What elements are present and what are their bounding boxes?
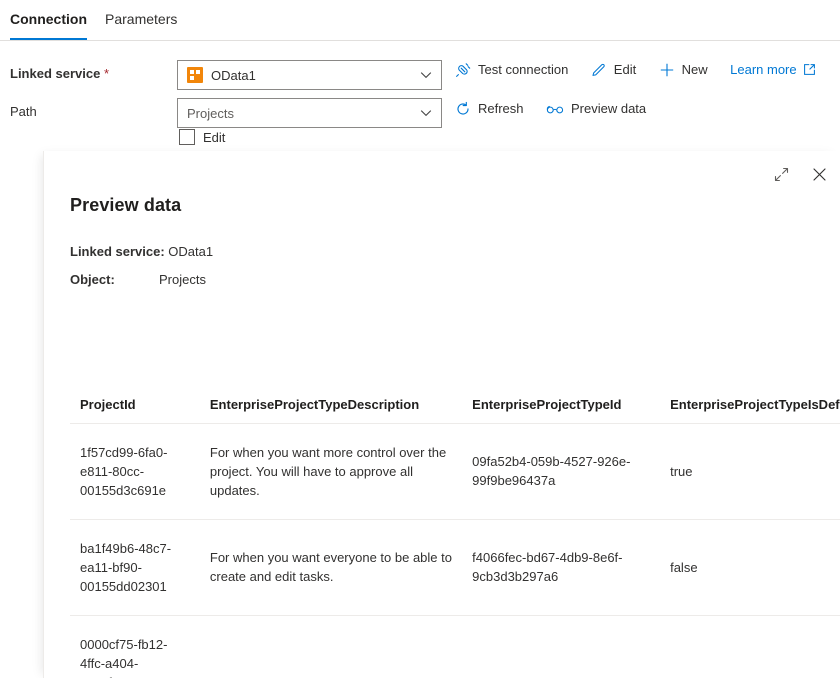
panel-linked-service-label: Linked service: — [70, 244, 165, 259]
edit-checkbox-row[interactable]: Edit — [179, 129, 225, 145]
pencil-icon — [591, 62, 607, 78]
cell-description: For when you want more control over the … — [200, 423, 462, 519]
adf-dataset-connection-pane: Connection Parameters Linked service * O… — [0, 0, 840, 678]
cell-projectid: 1f57cd99-6fa0-e811-80cc-00155d3c691e — [70, 423, 200, 519]
table-header-row: ProjectId EnterpriseProjectTypeDescripti… — [70, 327, 840, 423]
cell-projectid: ba1f49b6-48c7-ea11-bf90-00155dd02301 — [70, 519, 200, 615]
chevron-down-icon — [420, 61, 432, 89]
path-dropdown[interactable]: Projects — [177, 98, 442, 128]
expand-diagonal-icon[interactable] — [766, 159, 796, 189]
odata-service-icon — [187, 67, 203, 83]
edit-linked-service-button[interactable]: Edit — [591, 62, 636, 78]
new-linked-service-label: New — [682, 62, 708, 77]
cell-isdefault: true — [660, 423, 840, 519]
linked-service-value: OData1 — [211, 68, 256, 83]
panel-object-label: Object: — [70, 272, 115, 287]
refresh-label: Refresh — [478, 101, 524, 116]
panel-linked-service-meta: Linked service: OData1 — [70, 244, 213, 259]
tab-connection-label: Connection — [10, 11, 87, 27]
external-link-icon — [803, 63, 816, 76]
required-asterisk: * — [100, 66, 109, 81]
table-row[interactable]: ba1f49b6-48c7-ea11-bf90-00155dd02301 For… — [70, 519, 840, 615]
tab-parameters[interactable]: Parameters — [105, 9, 177, 40]
new-linked-service-button[interactable]: New — [659, 62, 708, 78]
cell-isdefault: false — [660, 519, 840, 615]
edit-checkbox[interactable] — [179, 129, 195, 145]
path-label-text: Path — [10, 104, 37, 119]
plus-icon — [659, 62, 675, 78]
column-header-projectid[interactable]: ProjectId — [70, 327, 200, 423]
panel-window-controls — [766, 159, 834, 189]
linked-service-label: Linked service * — [10, 66, 109, 81]
table-row[interactable]: 0000cf75-fb12-4ffc-a404-aec4f3258a9c — [70, 615, 840, 678]
cell-description — [200, 615, 462, 678]
tab-connection[interactable]: Connection — [10, 9, 87, 40]
close-icon[interactable] — [804, 159, 834, 189]
path-value: Projects — [187, 106, 234, 121]
refresh-button[interactable]: Refresh — [455, 101, 524, 117]
learn-more-link[interactable]: Learn more — [730, 62, 815, 77]
learn-more-label: Learn more — [730, 62, 796, 77]
column-header-enterpriseprojecttypedescription[interactable]: EnterpriseProjectTypeDescription — [200, 327, 462, 423]
refresh-icon — [455, 101, 471, 117]
tab-parameters-label: Parameters — [105, 11, 177, 27]
panel-title: Preview data — [70, 195, 181, 216]
glasses-icon — [546, 102, 564, 116]
preview-table-body: 1f57cd99-6fa0-e811-80cc-00155d3c691e For… — [70, 423, 840, 678]
test-connection-label: Test connection — [478, 62, 568, 77]
column-header-enterpriseprojecttypeisdefault[interactable]: EnterpriseProjectTypeIsDefault — [660, 327, 840, 423]
cell-projectid: 0000cf75-fb12-4ffc-a404-aec4f3258a9c — [70, 615, 200, 678]
panel-object-value: Projects — [159, 272, 206, 287]
linked-service-label-text: Linked service — [10, 66, 100, 81]
chevron-down-icon — [420, 99, 432, 127]
cell-typeid: f4066fec-bd67-4db9-8e6f-9cb3d3b297a6 — [462, 519, 660, 615]
plug-connection-icon — [455, 62, 471, 78]
panel-linked-service-value: OData1 — [168, 244, 213, 259]
cell-description: For when you want everyone to be able to… — [200, 519, 462, 615]
edit-linked-service-label: Edit — [614, 62, 636, 77]
table-row[interactable]: 1f57cd99-6fa0-e811-80cc-00155d3c691e For… — [70, 423, 840, 519]
test-connection-button[interactable]: Test connection — [455, 62, 568, 78]
preview-table-head: ProjectId EnterpriseProjectTypeDescripti… — [70, 327, 840, 423]
preview-table-scroll-container[interactable]: ProjectId EnterpriseProjectTypeDescripti… — [70, 327, 840, 678]
path-actions-row: Refresh Preview data — [455, 100, 664, 118]
linked-service-dropdown[interactable]: OData1 — [177, 60, 442, 90]
preview-data-panel: Preview data Linked service: OData1 Obje… — [43, 151, 840, 678]
cell-isdefault — [660, 615, 840, 678]
cell-typeid: 09fa52b4-059b-4527-926e-99f9be96437a — [462, 423, 660, 519]
preview-data-button[interactable]: Preview data — [546, 101, 646, 116]
cell-typeid — [462, 615, 660, 678]
preview-data-table: ProjectId EnterpriseProjectTypeDescripti… — [70, 327, 840, 678]
column-header-enterpriseprojecttypeid[interactable]: EnterpriseProjectTypeId — [462, 327, 660, 423]
tab-bar: Connection Parameters — [0, 0, 840, 41]
connection-actions-row: Test connection Edit New Learn more — [455, 61, 816, 79]
panel-object-meta: Object: Projects — [70, 272, 115, 287]
path-label: Path — [10, 104, 37, 119]
path-row: Path Projects — [0, 98, 840, 128]
edit-checkbox-label: Edit — [203, 130, 225, 145]
preview-data-label: Preview data — [571, 101, 646, 116]
